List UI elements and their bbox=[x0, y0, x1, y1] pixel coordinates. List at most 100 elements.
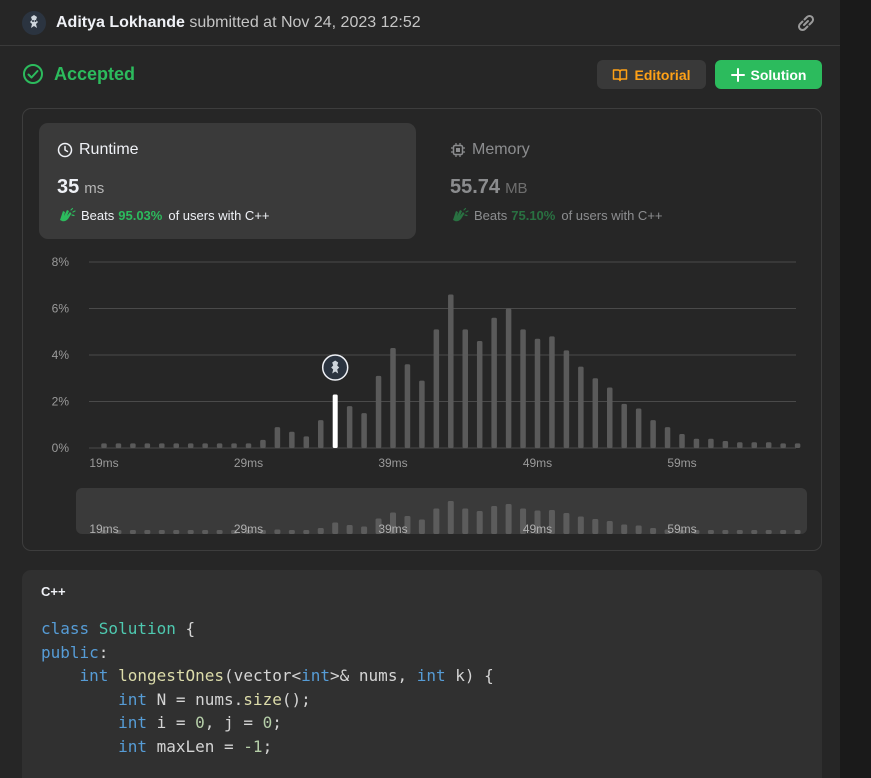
y-tick-label: 0% bbox=[52, 441, 70, 455]
code-block[interactable]: class Solution {public: int longestOnes(… bbox=[41, 617, 494, 758]
chart-bar bbox=[115, 443, 122, 448]
navigator-bar bbox=[332, 522, 339, 534]
navigator-bar bbox=[505, 504, 512, 534]
chart-bar bbox=[187, 443, 194, 448]
code-token: , j = bbox=[204, 713, 263, 732]
navigator-tick-label: 29ms bbox=[234, 522, 263, 536]
username[interactable]: Aditya Lokhande bbox=[56, 14, 185, 31]
code-token: int bbox=[301, 666, 331, 685]
chart-bar bbox=[202, 443, 208, 448]
chart-bar bbox=[563, 350, 570, 448]
link-icon[interactable] bbox=[794, 13, 818, 33]
chart-bar bbox=[260, 439, 266, 448]
editorial-button[interactable]: Editorial bbox=[597, 60, 706, 89]
navigator-tick-label: 59ms bbox=[667, 522, 696, 536]
submission-header: Aditya Lokhande submitted at Nov 24, 202… bbox=[0, 0, 840, 46]
code-token: int bbox=[118, 689, 147, 709]
chart-bar bbox=[390, 348, 396, 448]
navigator-bar bbox=[606, 521, 613, 534]
chart-bar bbox=[708, 438, 714, 448]
navigator-bar bbox=[780, 530, 787, 534]
avatar[interactable] bbox=[22, 11, 46, 35]
status-label: Accepted bbox=[54, 63, 136, 84]
plus-icon bbox=[730, 67, 745, 82]
submitted-at: submitted at Nov 24, 2023 12:52 bbox=[189, 14, 421, 31]
navigator-bar bbox=[303, 530, 310, 534]
y-tick-label: 2% bbox=[52, 395, 70, 409]
navigator-bar bbox=[751, 530, 758, 534]
navigator-bar bbox=[736, 530, 743, 534]
status-row: Accepted bbox=[22, 63, 135, 85]
code-line: int longestOnes(vector<int>& nums, int k… bbox=[41, 664, 494, 688]
code-token: ; bbox=[272, 713, 282, 732]
chart-bar bbox=[130, 443, 136, 448]
avatar-image bbox=[30, 15, 38, 28]
code-token: ; bbox=[262, 736, 273, 756]
chart-bar bbox=[621, 403, 627, 448]
chart-bar bbox=[231, 443, 237, 448]
chart-bar bbox=[173, 443, 179, 448]
navigator-bar bbox=[592, 519, 599, 534]
chart-bar bbox=[216, 443, 223, 448]
submitter-line: Aditya Lokhande submitted at Nov 24, 202… bbox=[56, 14, 421, 32]
x-tick-label: 19ms bbox=[89, 456, 118, 470]
chart-bar bbox=[693, 438, 700, 448]
code-token: (vector< bbox=[224, 666, 302, 685]
chart-bar bbox=[664, 427, 671, 448]
editorial-label: Editorial bbox=[634, 66, 691, 83]
navigator-bar bbox=[462, 508, 469, 534]
chart-bar bbox=[607, 387, 613, 448]
navigator-bar bbox=[491, 506, 498, 534]
chart-bar bbox=[635, 408, 642, 448]
code-token: N = nums. bbox=[146, 689, 244, 709]
solution-label: Solution bbox=[750, 66, 807, 83]
chart-bar bbox=[404, 364, 411, 448]
code-token: int bbox=[118, 713, 147, 732]
highlight-bar bbox=[332, 394, 338, 448]
chart-bar bbox=[578, 366, 584, 448]
code-token: size bbox=[243, 689, 282, 709]
code-card: C++ class Solution {public: int longestO… bbox=[22, 570, 822, 778]
navigator-bar bbox=[707, 530, 714, 534]
code-line: int N = nums.size(); bbox=[41, 688, 494, 712]
navigator-bar bbox=[274, 529, 281, 534]
runtime-distribution-chart[interactable]: 8% 6% 4% 2% 0% 19ms 29ms 39ms 49ms 59ms 19ms 29ms 39… bbox=[23, 109, 823, 552]
code-token: i = bbox=[146, 713, 196, 732]
navigator-bar bbox=[621, 524, 628, 534]
code-line: int maxLen = -1; bbox=[41, 735, 494, 759]
code-token: k) { bbox=[445, 666, 494, 685]
chart-bar bbox=[722, 441, 729, 448]
code-token: (); bbox=[281, 689, 311, 709]
navigator-bar bbox=[173, 530, 180, 534]
x-tick-label: 39ms bbox=[378, 456, 407, 470]
chart-bar bbox=[318, 420, 324, 448]
code-token: class bbox=[41, 619, 99, 638]
chart-bar bbox=[520, 329, 526, 448]
code-line: int i = 0, j = 0; bbox=[41, 711, 494, 735]
navigator-bar bbox=[418, 519, 425, 534]
code-line: public: bbox=[41, 641, 494, 665]
chart-bar bbox=[361, 413, 367, 448]
chart-bar bbox=[433, 329, 440, 448]
chart-bar bbox=[303, 436, 310, 448]
x-tick-label: 49ms bbox=[523, 456, 552, 470]
chart-bar bbox=[448, 294, 454, 448]
chart-bar bbox=[491, 317, 497, 448]
chart-bar bbox=[549, 336, 555, 448]
code-token: 0 bbox=[195, 713, 205, 732]
navigator-bar bbox=[158, 530, 165, 534]
navigator-bar bbox=[361, 526, 368, 534]
navigator-bar bbox=[650, 528, 657, 534]
chart-navigator[interactable] bbox=[76, 488, 807, 534]
navigator-bar bbox=[722, 530, 729, 534]
navigator-bar bbox=[187, 530, 194, 534]
chart-bar bbox=[375, 375, 382, 448]
solution-button[interactable]: Solution bbox=[715, 60, 822, 89]
chart-bar bbox=[289, 431, 295, 448]
chart-bar bbox=[462, 329, 468, 448]
chart-bar bbox=[592, 378, 599, 448]
